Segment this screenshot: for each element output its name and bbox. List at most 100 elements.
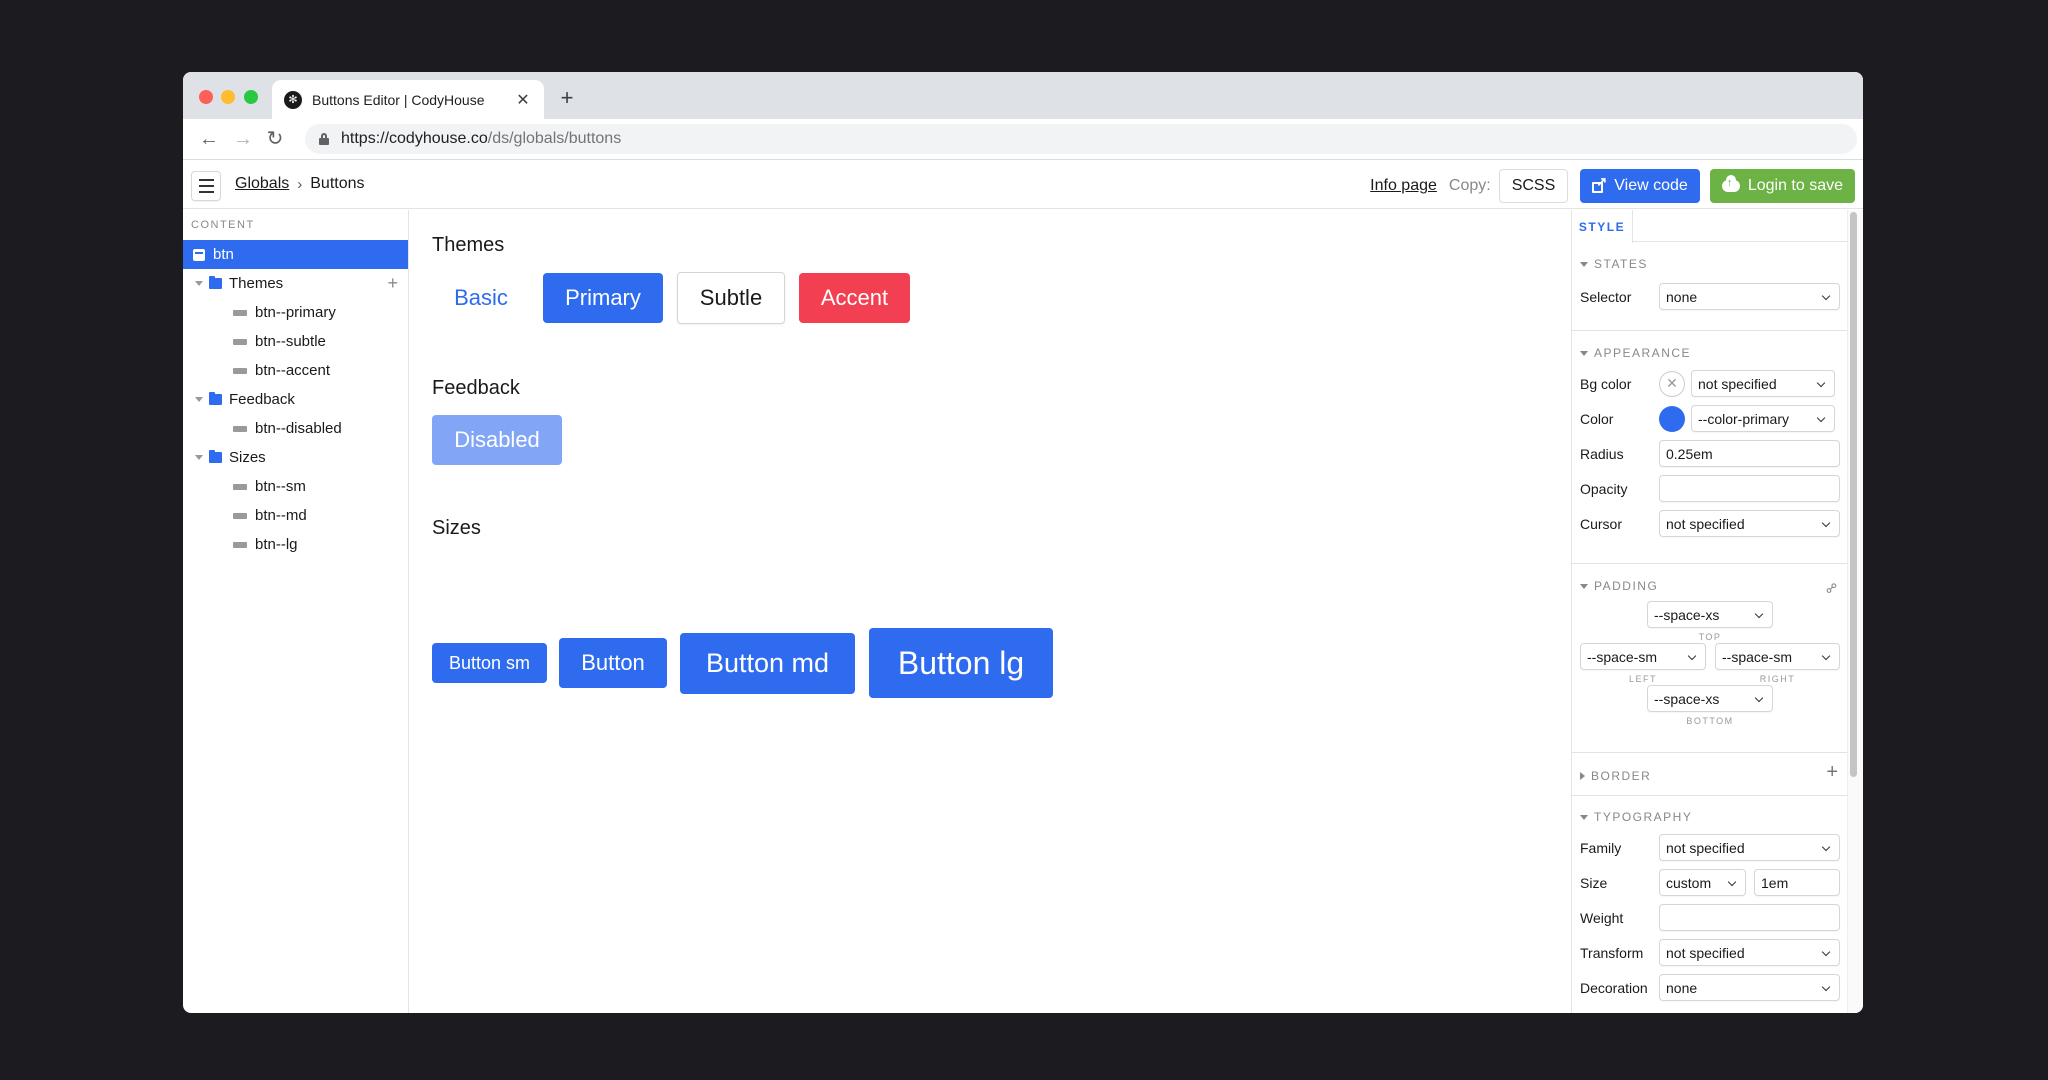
primary-button[interactable]: Primary: [543, 273, 663, 323]
info-page-link[interactable]: Info page: [1370, 177, 1437, 195]
view-code-label: View code: [1614, 177, 1688, 194]
padding-right-group: --space-sm RIGHT: [1715, 643, 1840, 684]
subtle-button[interactable]: Subtle: [677, 272, 785, 324]
close-window-button[interactable]: [199, 90, 213, 104]
cursor-select[interactable]: not specified: [1659, 510, 1840, 537]
tree-item-btn-primary[interactable]: btn--primary: [183, 298, 408, 327]
padding-left-select[interactable]: --space-sm: [1580, 643, 1706, 670]
minimize-window-button[interactable]: [221, 90, 235, 104]
view-code-button[interactable]: View code: [1580, 169, 1700, 203]
login-to-save-button[interactable]: Login to save: [1709, 169, 1855, 203]
size-row: Size custom 1em: [1580, 865, 1840, 900]
url-host: https://codyhouse.co: [341, 130, 488, 147]
modifier-icon: [233, 425, 247, 432]
states-header[interactable]: STATES: [1580, 255, 1840, 273]
tree-item-btn-sm[interactable]: btn--sm: [183, 472, 408, 501]
disabled-button[interactable]: Disabled: [432, 415, 562, 465]
decoration-row: Decoration none: [1580, 970, 1840, 1005]
preview-canvas: Themes Basic Primary Subtle Accent Feedb…: [410, 210, 1527, 1013]
back-arrow-icon[interactable]: ←: [197, 127, 221, 151]
modifier-icon: [233, 367, 247, 374]
tree-item-btn-lg[interactable]: btn--lg: [183, 530, 408, 559]
caret-down-icon[interactable]: [195, 281, 203, 286]
tab-style[interactable]: STYLE: [1572, 210, 1633, 243]
close-tab-icon[interactable]: ✕: [514, 90, 532, 110]
size-unit-select[interactable]: custom: [1659, 869, 1746, 896]
accent-button[interactable]: Accent: [799, 273, 910, 323]
style-panel: STYLE STATES Selector none APPEARANCE Bg…: [1571, 210, 1863, 1013]
opacity-input[interactable]: [1659, 475, 1840, 502]
tree-group-themes[interactable]: Themes +: [183, 269, 408, 298]
padding-title: PADDING: [1594, 579, 1659, 593]
bg-color-row: Bg color ✕ not specified: [1580, 366, 1840, 401]
typography-header[interactable]: TYPOGRAPHY: [1580, 808, 1840, 826]
decoration-value: none: [1666, 979, 1698, 996]
tab-strip: ✻ Buttons Editor | CodyHouse ✕ +: [183, 72, 1863, 119]
maximize-window-button[interactable]: [244, 90, 258, 104]
padding-left-label: LEFT: [1628, 674, 1657, 684]
padding-right-select[interactable]: --space-sm: [1715, 643, 1840, 670]
folder-icon: [209, 450, 222, 463]
bg-color-select[interactable]: not specified: [1691, 370, 1835, 397]
caret-down-icon[interactable]: [195, 455, 203, 460]
padding-bottom-select[interactable]: --space-xs: [1647, 685, 1773, 712]
appearance-header[interactable]: APPEARANCE: [1580, 344, 1840, 362]
color-select[interactable]: --color-primary: [1691, 405, 1835, 432]
bg-color-value: not specified: [1698, 375, 1777, 392]
tree-group-label: Sizes: [229, 449, 266, 466]
button-default[interactable]: Button: [559, 638, 667, 688]
forward-arrow-icon[interactable]: →: [231, 127, 255, 151]
browser-tab[interactable]: ✻ Buttons Editor | CodyHouse ✕: [272, 80, 544, 119]
button-md[interactable]: Button md: [680, 633, 855, 694]
breadcrumb-globals-link[interactable]: Globals: [235, 175, 289, 193]
weight-input[interactable]: [1659, 904, 1840, 931]
add-border-icon[interactable]: +: [1826, 761, 1838, 784]
tree-group-sizes[interactable]: Sizes: [183, 443, 408, 472]
padding-header[interactable]: PADDING: [1580, 577, 1840, 595]
caret-down-icon[interactable]: [195, 397, 203, 402]
size-value: 1em: [1761, 874, 1789, 891]
color-swatch[interactable]: [1659, 405, 1685, 432]
browser-toolbar: ← → ↻ https://codyhouse.co/ds/globals/bu…: [183, 119, 1863, 160]
tree-item-btn-accent[interactable]: btn--accent: [183, 356, 408, 385]
radius-value: 0.25em: [1666, 445, 1713, 462]
panel-scrollbar[interactable]: [1850, 212, 1857, 777]
button-lg[interactable]: Button lg: [869, 628, 1053, 698]
component-icon: [193, 248, 205, 261]
content-sidebar: CONTENT btn Themes + btn--primary btn--s…: [183, 210, 409, 1013]
chevron-right-icon: ›: [297, 175, 303, 193]
menu-button[interactable]: [191, 171, 221, 201]
transform-select[interactable]: not specified: [1659, 939, 1840, 966]
basic-button[interactable]: Basic: [432, 273, 530, 323]
reload-icon[interactable]: ↻: [263, 127, 287, 151]
decoration-select[interactable]: none: [1659, 974, 1840, 1001]
add-icon[interactable]: +: [387, 273, 398, 294]
selector-select[interactable]: none: [1659, 283, 1840, 310]
button-sm[interactable]: Button sm: [432, 643, 547, 683]
copy-scss-button[interactable]: SCSS: [1498, 169, 1569, 203]
tree-item-btn-subtle[interactable]: btn--subtle: [183, 327, 408, 356]
new-tab-button[interactable]: +: [555, 86, 579, 110]
size-input[interactable]: 1em: [1754, 869, 1840, 896]
lock-icon: [319, 133, 329, 145]
radius-input[interactable]: 0.25em: [1659, 440, 1840, 467]
padding-bottom-group: --space-xs BOTTOM: [1580, 685, 1840, 726]
tree-item-btn-disabled[interactable]: btn--disabled: [183, 414, 408, 443]
tree-group-feedback[interactable]: Feedback: [183, 385, 408, 414]
transform-value: not specified: [1666, 944, 1745, 961]
padding-top-select[interactable]: --space-xs: [1647, 601, 1773, 628]
scss-label: SCSS: [1511, 177, 1556, 194]
address-bar[interactable]: https://codyhouse.co/ds/globals/buttons: [305, 124, 1857, 154]
cursor-row: Cursor not specified: [1580, 506, 1840, 541]
tree-item-label: btn--md: [255, 507, 307, 524]
hamburger-icon-line: [198, 179, 214, 181]
size-unit-value: custom: [1666, 874, 1712, 891]
tree-item-btn[interactable]: btn: [183, 240, 408, 269]
no-color-swatch-icon[interactable]: ✕: [1659, 370, 1685, 397]
family-select[interactable]: not specified: [1659, 834, 1840, 861]
border-header[interactable]: BORDER: [1580, 767, 1840, 785]
padding-left-group: --space-sm LEFT: [1580, 643, 1706, 684]
caret-right-icon: [1580, 772, 1585, 780]
tree-item-btn-md[interactable]: btn--md: [183, 501, 408, 530]
family-row: Family not specified: [1580, 830, 1840, 865]
